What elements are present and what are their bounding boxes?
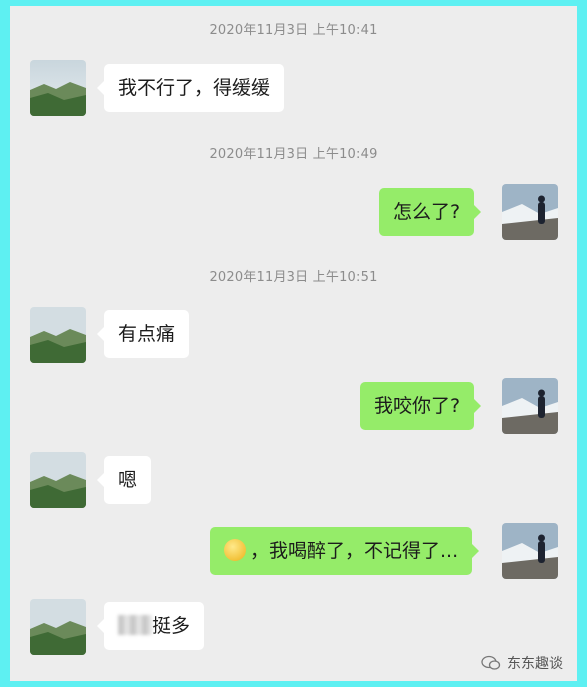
message-bubble-outgoing[interactable]: 我咬你了?: [360, 382, 482, 430]
own-avatar[interactable]: [502, 378, 558, 434]
contact-avatar[interactable]: [30, 599, 86, 655]
smiling-face-icon: [224, 538, 246, 561]
message-bubble-incoming[interactable]: 有点痛: [96, 310, 190, 358]
message-text: ，我喝醉了，不记得了...: [250, 540, 459, 562]
own-avatar[interactable]: [502, 523, 558, 579]
chat-screenshot: 2020年11月3日 上午10:41 我不行了，得缓缓 2020年11月3日 上…: [10, 6, 577, 681]
watermark-text: 东东趣谈: [507, 656, 563, 672]
message-text: 挺多: [152, 615, 191, 637]
message-bubble-incoming[interactable]: 挺多: [96, 602, 205, 650]
own-avatar[interactable]: [502, 184, 558, 240]
timestamp: 2020年11月3日 上午10:51: [209, 270, 378, 285]
watermark: 东东趣谈: [481, 653, 563, 673]
message-bubble-incoming[interactable]: 嗯: [96, 456, 152, 504]
contact-avatar[interactable]: [30, 307, 86, 363]
redacted-text: [118, 614, 152, 635]
contact-avatar[interactable]: [30, 60, 86, 116]
contact-avatar[interactable]: [30, 452, 86, 508]
timestamp: 2020年11月3日 上午10:49: [209, 147, 378, 162]
message-bubble-outgoing[interactable]: ，我喝醉了，不记得了...: [210, 527, 480, 575]
timestamp: 2020年11月3日 上午10:41: [209, 23, 378, 38]
message-bubble-outgoing[interactable]: 怎么了?: [379, 188, 482, 236]
wechat-icon: [481, 655, 501, 670]
message-bubble-incoming[interactable]: 我不行了，得缓缓: [96, 64, 285, 112]
